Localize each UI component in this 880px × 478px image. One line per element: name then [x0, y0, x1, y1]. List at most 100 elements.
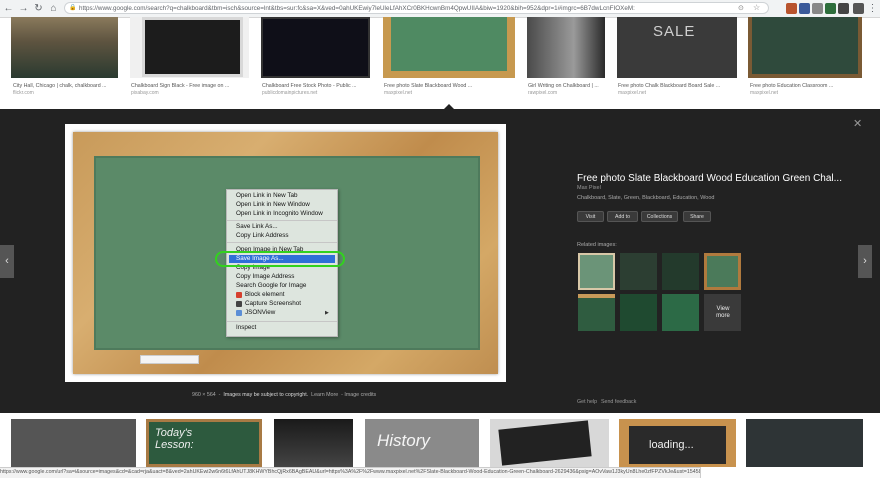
- preview-title[interactable]: Free photo Slate Blackboard Wood Educati…: [577, 173, 842, 185]
- learn-more-link[interactable]: Learn More: [311, 392, 338, 398]
- submenu-arrow-icon: ▶: [325, 310, 329, 316]
- view-more-tile[interactable]: View more: [704, 294, 741, 331]
- lock-icon: 🔒: [69, 5, 77, 11]
- menu-separator: [227, 321, 337, 322]
- result-source: maxpixel.net: [384, 90, 413, 96]
- menu-item-copy-image-address[interactable]: Copy Image Address: [236, 273, 294, 281]
- share-label: Share: [690, 214, 704, 220]
- extension-icon[interactable]: [838, 3, 849, 14]
- share-button[interactable]: Share: [683, 211, 711, 222]
- view-more-label: View more: [716, 306, 730, 319]
- visit-button[interactable]: Visit: [577, 211, 604, 222]
- related-images-label: Related images:: [577, 242, 617, 248]
- visit-label: Visit: [585, 214, 596, 220]
- extension-icon[interactable]: [812, 3, 823, 14]
- add-to-button[interactable]: Add to: [607, 211, 638, 222]
- chalk-eraser: [140, 355, 199, 364]
- image-size: 960 × 564: [192, 392, 216, 398]
- related-image[interactable]: [662, 294, 699, 331]
- result-caption[interactable]: Chalkboard Free Stock Photo - Public ...: [262, 83, 374, 90]
- result-thumbnail[interactable]: [527, 17, 605, 78]
- result-thumbnail[interactable]: History: [365, 419, 479, 467]
- related-image[interactable]: [578, 294, 615, 331]
- related-image[interactable]: [662, 253, 699, 290]
- menu-item-search-google-for-image[interactable]: Search Google for Image: [236, 282, 306, 290]
- result-thumbnail[interactable]: SALE: [617, 17, 737, 78]
- collections-label: Collections: [646, 214, 673, 220]
- result-thumbnail[interactable]: loading...: [619, 419, 736, 467]
- chalk-lesson-text: Today's Lesson:: [155, 427, 194, 451]
- related-image[interactable]: [578, 253, 615, 290]
- menu-item-open-link-incognito[interactable]: Open Link in Incognito Window: [236, 210, 323, 218]
- result-thumbnail[interactable]: [490, 419, 609, 467]
- result-source: flickr.com: [13, 90, 34, 96]
- preview-footer: 960 × 564 - Images may be subject to cop…: [192, 392, 377, 398]
- menu-item-copy-link-address[interactable]: Copy Link Address: [236, 232, 289, 240]
- reload-icon[interactable]: ↻: [33, 3, 44, 14]
- preview-site[interactable]: Max Pixel: [577, 185, 601, 191]
- related-image[interactable]: [704, 253, 741, 290]
- result-caption[interactable]: City Hall, Chicago | chalk, chalkboard .…: [13, 83, 125, 90]
- status-bar-url: https://www.google.com/url?sa=i&source=i…: [0, 467, 701, 478]
- collections-button[interactable]: Collections: [641, 211, 678, 222]
- home-icon[interactable]: ⌂: [48, 3, 59, 14]
- menu-separator: [227, 220, 337, 221]
- image-credits-link[interactable]: Image credits: [344, 392, 376, 398]
- extension-icon[interactable]: [853, 3, 864, 14]
- add-to-label: Add to: [615, 214, 630, 220]
- menu-item-open-link-new-tab[interactable]: Open Link in New Tab: [236, 192, 298, 200]
- media-icon[interactable]: ⊙: [738, 4, 744, 12]
- jsonview-icon: [236, 310, 242, 316]
- browser-toolbar: ← → ↻ ⌂ 🔒 https://www.google.com/search?…: [0, 0, 880, 18]
- extension-icon[interactable]: [786, 3, 797, 14]
- result-source: pixabay.com: [131, 90, 159, 96]
- bookmark-star-icon[interactable]: ☆: [753, 3, 760, 12]
- result-thumbnail[interactable]: [11, 17, 118, 78]
- result-caption[interactable]: Free photo Chalk Blackboard Board Sale .…: [618, 83, 738, 90]
- prev-arrow-icon[interactable]: ‹: [0, 245, 14, 278]
- copyright-notice: Images may be subject to copyright.: [223, 392, 309, 398]
- address-bar[interactable]: 🔒 https://www.google.com/search?q=chalkb…: [64, 2, 769, 14]
- menu-item-inspect[interactable]: Inspect: [236, 324, 256, 332]
- forward-arrow-icon[interactable]: →: [18, 3, 29, 14]
- chalk-loading-text: loading...: [649, 439, 694, 451]
- result-thumbnail[interactable]: [383, 17, 515, 78]
- result-thumbnail[interactable]: [130, 17, 249, 78]
- result-thumbnail[interactable]: [748, 17, 862, 78]
- block-element-icon: [236, 292, 242, 298]
- result-source: publicdomainpictures.net: [262, 90, 318, 96]
- extension-icon[interactable]: [799, 3, 810, 14]
- send-feedback-link[interactable]: Send feedback: [601, 399, 636, 405]
- capture-screenshot-icon: [236, 301, 242, 307]
- menu-item-save-link-as[interactable]: Save Link As...: [236, 223, 278, 231]
- extension-icon[interactable]: [825, 3, 836, 14]
- selected-pointer-icon: [444, 104, 454, 109]
- green-highlight-annotation: [215, 251, 345, 267]
- menu-item-open-link-new-window[interactable]: Open Link in New Window: [236, 201, 310, 209]
- back-arrow-icon[interactable]: ←: [3, 3, 14, 14]
- menu-item-capture-screenshot[interactable]: Capture Screenshot: [245, 300, 301, 308]
- related-image[interactable]: [620, 294, 657, 331]
- menu-item-block-element[interactable]: Block element: [245, 291, 285, 299]
- menu-item-jsonview[interactable]: JSONView: [245, 309, 275, 317]
- result-source: maxpixel.net: [750, 90, 779, 96]
- result-thumbnail[interactable]: [261, 17, 370, 78]
- preview-info: Free photo Slate Blackboard Wood Educati…: [567, 119, 867, 409]
- result-source: rawpixel.com: [528, 90, 558, 96]
- menu-dots-icon[interactable]: ⋮: [867, 3, 878, 14]
- result-caption[interactable]: Girl Writing on Chalkboard | ...: [528, 83, 608, 90]
- related-image[interactable]: [620, 253, 657, 290]
- url-text: https://www.google.com/search?q=chalkboa…: [79, 5, 635, 12]
- preview-tags: Chalkboard, Slate, Green, Blackboard, Ed…: [577, 195, 715, 201]
- result-caption[interactable]: Free photo Slate Blackboard Wood ...: [384, 83, 496, 90]
- result-thumbnail[interactable]: [274, 419, 353, 467]
- result-source: maxpixel.net: [618, 90, 647, 96]
- menu-separator: [227, 242, 337, 243]
- result-thumbnail[interactable]: Today's Lesson:: [146, 419, 262, 467]
- get-help-link[interactable]: Get help: [577, 399, 597, 405]
- result-caption[interactable]: Free photo Education Classroom ...: [750, 83, 865, 90]
- chalk-history-text: History: [377, 431, 430, 450]
- result-thumbnail[interactable]: [746, 419, 863, 467]
- result-thumbnail[interactable]: [11, 419, 136, 467]
- result-caption[interactable]: Chalkboard Sign Black - Free image on ..…: [131, 83, 243, 90]
